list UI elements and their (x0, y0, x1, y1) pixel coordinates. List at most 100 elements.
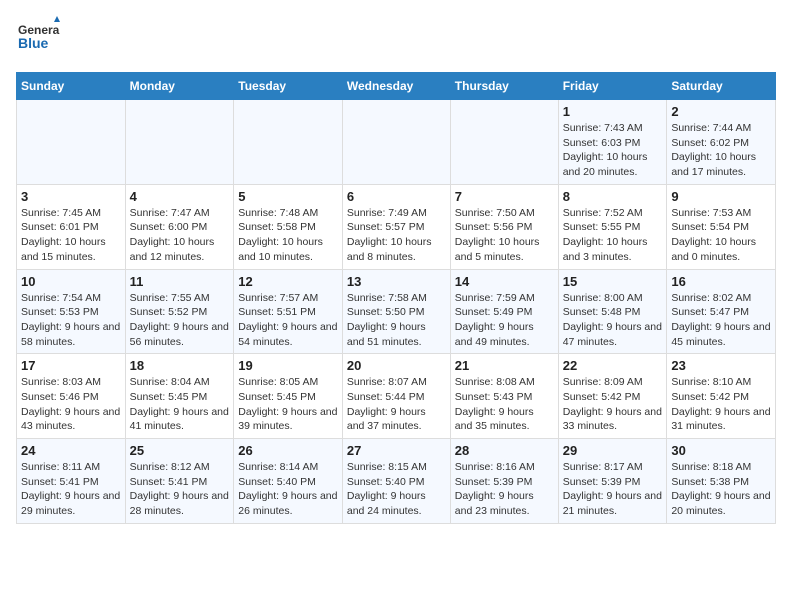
day-number: 19 (238, 358, 338, 373)
day-number: 9 (671, 189, 771, 204)
day-info: Sunrise: 7:50 AM Sunset: 5:56 PM Dayligh… (455, 206, 554, 265)
day-cell: 6 Sunrise: 7:49 AM Sunset: 5:57 PM Daylig… (342, 184, 450, 269)
day-cell (17, 100, 126, 185)
col-header-sunday: Sunday (17, 73, 126, 100)
day-cell (450, 100, 558, 185)
day-info: Sunrise: 8:17 AM Sunset: 5:39 PM Dayligh… (563, 460, 663, 519)
col-header-wednesday: Wednesday (342, 73, 450, 100)
calendar-table: SundayMondayTuesdayWednesdayThursdayFrid… (16, 72, 776, 524)
day-cell: 23 Sunrise: 8:10 AM Sunset: 5:42 PM Dayli… (667, 354, 776, 439)
day-number: 25 (130, 443, 230, 458)
day-cell: 29 Sunrise: 8:17 AM Sunset: 5:39 PM Dayli… (558, 439, 667, 524)
day-cell: 13 Sunrise: 7:58 AM Sunset: 5:50 PM Dayli… (342, 269, 450, 354)
day-info: Sunrise: 8:08 AM Sunset: 5:43 PM Dayligh… (455, 375, 554, 434)
day-cell: 10 Sunrise: 7:54 AM Sunset: 5:53 PM Dayli… (17, 269, 126, 354)
day-cell: 8 Sunrise: 7:52 AM Sunset: 5:55 PM Daylig… (558, 184, 667, 269)
col-header-friday: Friday (558, 73, 667, 100)
day-cell: 19 Sunrise: 8:05 AM Sunset: 5:45 PM Dayli… (234, 354, 343, 439)
svg-text:Blue: Blue (18, 35, 49, 51)
day-number: 29 (563, 443, 663, 458)
day-number: 8 (563, 189, 663, 204)
day-info: Sunrise: 7:44 AM Sunset: 6:02 PM Dayligh… (671, 121, 771, 180)
day-info: Sunrise: 7:54 AM Sunset: 5:53 PM Dayligh… (21, 291, 121, 350)
day-info: Sunrise: 7:55 AM Sunset: 5:52 PM Dayligh… (130, 291, 230, 350)
day-number: 14 (455, 274, 554, 289)
col-header-monday: Monday (125, 73, 234, 100)
day-cell: 20 Sunrise: 8:07 AM Sunset: 5:44 PM Dayli… (342, 354, 450, 439)
logo-svg: General Blue (16, 16, 60, 60)
day-cell: 2 Sunrise: 7:44 AM Sunset: 6:02 PM Daylig… (667, 100, 776, 185)
day-info: Sunrise: 7:58 AM Sunset: 5:50 PM Dayligh… (347, 291, 446, 350)
day-number: 3 (21, 189, 121, 204)
day-cell: 22 Sunrise: 8:09 AM Sunset: 5:42 PM Dayli… (558, 354, 667, 439)
day-number: 24 (21, 443, 121, 458)
day-cell (234, 100, 343, 185)
day-cell: 15 Sunrise: 8:00 AM Sunset: 5:48 PM Dayli… (558, 269, 667, 354)
day-number: 22 (563, 358, 663, 373)
day-number: 5 (238, 189, 338, 204)
day-info: Sunrise: 8:15 AM Sunset: 5:40 PM Dayligh… (347, 460, 446, 519)
page-header: General Blue (16, 16, 776, 60)
day-cell: 30 Sunrise: 8:18 AM Sunset: 5:38 PM Dayli… (667, 439, 776, 524)
col-header-thursday: Thursday (450, 73, 558, 100)
day-cell: 1Sunrise: 7:43 AM Sunset: 6:03 PM Daylig… (558, 100, 667, 185)
day-cell: 27Sunrise: 8:15 AM Sunset: 5:40 PM Dayli… (342, 439, 450, 524)
day-cell: 17 Sunrise: 8:03 AM Sunset: 5:46 PM Dayli… (17, 354, 126, 439)
logo: General Blue (16, 16, 60, 60)
day-cell (125, 100, 234, 185)
day-cell: 5 Sunrise: 7:48 AM Sunset: 5:58 PM Daylig… (234, 184, 343, 269)
day-info: Sunrise: 7:59 AM Sunset: 5:49 PM Dayligh… (455, 291, 554, 350)
day-number: 23 (671, 358, 771, 373)
day-info: Sunrise: 7:47 AM Sunset: 6:00 PM Dayligh… (130, 206, 230, 265)
day-number: 10 (21, 274, 121, 289)
day-info: Sunrise: 8:09 AM Sunset: 5:42 PM Dayligh… (563, 375, 663, 434)
day-info: Sunrise: 7:57 AM Sunset: 5:51 PM Dayligh… (238, 291, 338, 350)
week-row-4: 17 Sunrise: 8:03 AM Sunset: 5:46 PM Dayli… (17, 354, 776, 439)
day-info: Sunrise: 8:05 AM Sunset: 5:45 PM Dayligh… (238, 375, 338, 434)
day-cell: 21 Sunrise: 8:08 AM Sunset: 5:43 PM Dayli… (450, 354, 558, 439)
day-cell (342, 100, 450, 185)
day-info: Sunrise: 7:52 AM Sunset: 5:55 PM Dayligh… (563, 206, 663, 265)
day-cell: 25Sunrise: 8:12 AM Sunset: 5:41 PM Dayli… (125, 439, 234, 524)
day-info: Sunrise: 8:11 AM Sunset: 5:41 PM Dayligh… (21, 460, 121, 519)
day-info: Sunrise: 8:14 AM Sunset: 5:40 PM Dayligh… (238, 460, 338, 519)
day-number: 7 (455, 189, 554, 204)
day-info: Sunrise: 7:45 AM Sunset: 6:01 PM Dayligh… (21, 206, 121, 265)
day-cell: 26 Sunrise: 8:14 AM Sunset: 5:40 PM Dayli… (234, 439, 343, 524)
day-cell: 24 Sunrise: 8:11 AM Sunset: 5:41 PM Dayli… (17, 439, 126, 524)
day-info: Sunrise: 8:18 AM Sunset: 5:38 PM Dayligh… (671, 460, 771, 519)
day-number: 17 (21, 358, 121, 373)
day-info: Sunrise: 8:10 AM Sunset: 5:42 PM Dayligh… (671, 375, 771, 434)
day-number: 30 (671, 443, 771, 458)
day-number: 4 (130, 189, 230, 204)
day-number: 26 (238, 443, 338, 458)
day-info: Sunrise: 8:16 AM Sunset: 5:39 PM Dayligh… (455, 460, 554, 519)
day-info: Sunrise: 8:04 AM Sunset: 5:45 PM Dayligh… (130, 375, 230, 434)
week-row-3: 10 Sunrise: 7:54 AM Sunset: 5:53 PM Dayli… (17, 269, 776, 354)
day-number: 20 (347, 358, 446, 373)
col-header-tuesday: Tuesday (234, 73, 343, 100)
day-info: Sunrise: 8:07 AM Sunset: 5:44 PM Dayligh… (347, 375, 446, 434)
day-cell: 11 Sunrise: 7:55 AM Sunset: 5:52 PM Dayli… (125, 269, 234, 354)
day-number: 16 (671, 274, 771, 289)
day-info: Sunrise: 8:03 AM Sunset: 5:46 PM Dayligh… (21, 375, 121, 434)
day-number: 21 (455, 358, 554, 373)
day-cell: 16 Sunrise: 8:02 AM Sunset: 5:47 PM Dayli… (667, 269, 776, 354)
day-info: Sunrise: 7:53 AM Sunset: 5:54 PM Dayligh… (671, 206, 771, 265)
day-info: Sunrise: 8:00 AM Sunset: 5:48 PM Dayligh… (563, 291, 663, 350)
day-number: 2 (671, 104, 771, 119)
day-info: Sunrise: 7:48 AM Sunset: 5:58 PM Dayligh… (238, 206, 338, 265)
day-cell: 3 Sunrise: 7:45 AM Sunset: 6:01 PM Daylig… (17, 184, 126, 269)
day-info: Sunrise: 8:02 AM Sunset: 5:47 PM Dayligh… (671, 291, 771, 350)
day-cell: 7 Sunrise: 7:50 AM Sunset: 5:56 PM Daylig… (450, 184, 558, 269)
day-number: 15 (563, 274, 663, 289)
week-row-5: 24 Sunrise: 8:11 AM Sunset: 5:41 PM Dayli… (17, 439, 776, 524)
day-number: 18 (130, 358, 230, 373)
day-info: Sunrise: 7:49 AM Sunset: 5:57 PM Dayligh… (347, 206, 446, 265)
day-number: 11 (130, 274, 230, 289)
day-number: 13 (347, 274, 446, 289)
day-cell: 12Sunrise: 7:57 AM Sunset: 5:51 PM Dayli… (234, 269, 343, 354)
week-row-1: 1Sunrise: 7:43 AM Sunset: 6:03 PM Daylig… (17, 100, 776, 185)
day-cell: 9 Sunrise: 7:53 AM Sunset: 5:54 PM Daylig… (667, 184, 776, 269)
day-number: 6 (347, 189, 446, 204)
